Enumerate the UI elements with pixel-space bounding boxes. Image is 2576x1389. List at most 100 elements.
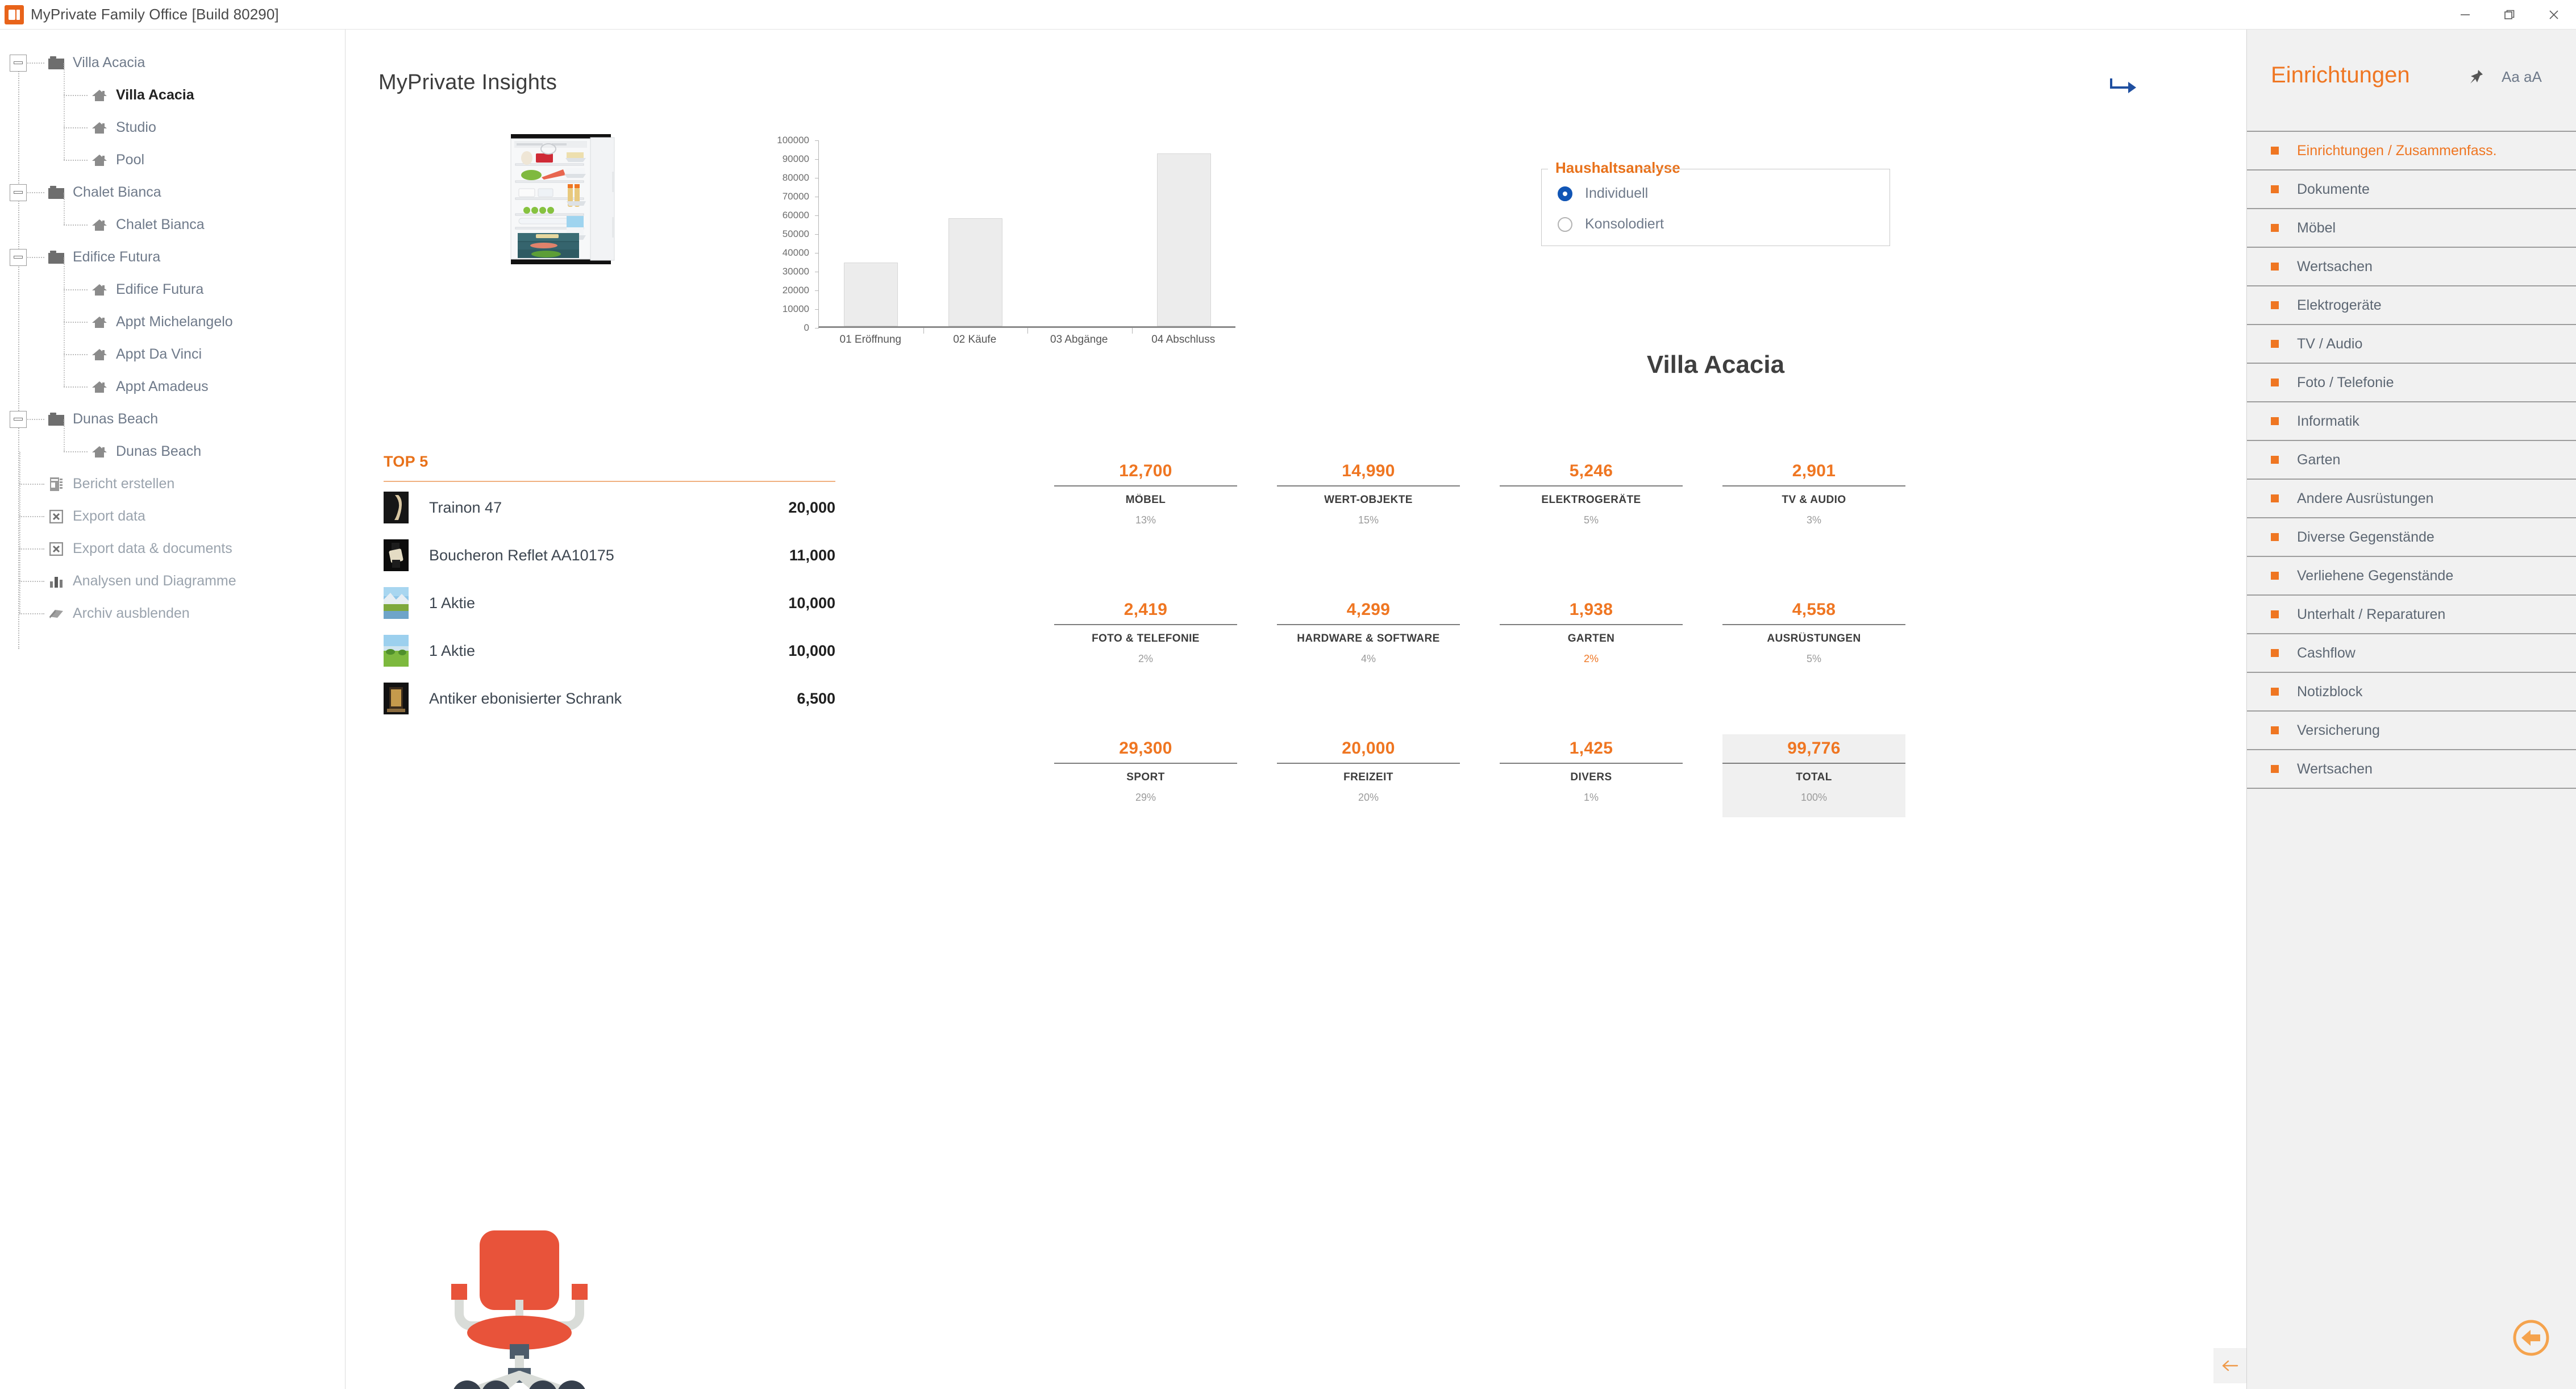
sculpture-thumb: [384, 492, 409, 523]
right-menu-item-unterhalt-reparaturen[interactable]: Unterhalt / Reparaturen: [2247, 596, 2576, 634]
square-bullet-icon: [2271, 417, 2279, 425]
household-analysis-legend: Haushaltsanalyse: [1552, 159, 1684, 177]
kpi-tile[interactable]: 2,419 FOTO & TELEFONIE 2%: [1054, 600, 1237, 665]
tree-node-analysen-und-diagramme[interactable]: Analysen und Diagramme: [0, 549, 345, 597]
right-menu-item-informatik[interactable]: Informatik: [2247, 402, 2576, 441]
right-menu-item-versicherung[interactable]: Versicherung: [2247, 712, 2576, 750]
tree-expander[interactable]: [10, 248, 27, 266]
right-menu-item-garten[interactable]: Garten: [2247, 441, 2576, 480]
radio-konsolodiert-indicator[interactable]: [1558, 217, 1572, 232]
kpi-label: FREIZEIT: [1343, 771, 1393, 783]
right-menu-item-foto-telefonie[interactable]: Foto / Telefonie: [2247, 364, 2576, 402]
tree-node-export-data[interactable]: Export data: [0, 484, 345, 533]
tree-node-label: Villa Acacia: [73, 55, 145, 70]
tree-node-chalet-bianca[interactable]: Chalet Bianca: [0, 176, 345, 209]
tree-expander[interactable]: [10, 54, 27, 72]
tree-expander[interactable]: [10, 410, 27, 428]
chart-y-tick-label: 40000: [782, 247, 809, 258]
top5-row[interactable]: Antiker ebonisierter Schrank 6,500: [384, 676, 835, 721]
kpi-tile[interactable]: 99,776 TOTAL 100%: [1722, 734, 1905, 817]
right-menu-item-andere-ausr-stungen[interactable]: Andere Ausrüstungen: [2247, 480, 2576, 518]
chart-bar[interactable]: [844, 262, 898, 326]
tree-node-label: Export data & documents: [73, 540, 232, 556]
chart-x-axis: 01 Eröffnung 02 Käufe 03 Abgänge 04 Abschlu…: [818, 334, 1235, 356]
top5-row[interactable]: Trainon 47 20,000: [384, 485, 835, 530]
top5-row[interactable]: 1 Aktie 10,000: [384, 629, 835, 673]
tree-node-archiv-ausblenden[interactable]: Archiv ausblenden: [0, 581, 345, 630]
tree-node-appt-amadeus[interactable]: Appt Amadeus: [0, 355, 345, 403]
kpi-percent: 15%: [1358, 514, 1379, 526]
kpi-tile[interactable]: 29,300 SPORT 29%: [1054, 739, 1237, 804]
chart-bar[interactable]: [948, 218, 1002, 326]
tree-node-edifice-futura[interactable]: Edifice Futura: [0, 241, 345, 273]
kpi-tile[interactable]: 5,246 ELEKTROGERÄTE 5%: [1500, 461, 1683, 526]
flow-arrow-icon[interactable]: [2108, 75, 2140, 101]
kpi-tile[interactable]: 1,425 DIVERS 1%: [1500, 739, 1683, 804]
kpi-label: SPORT: [1126, 771, 1165, 783]
tree-expander[interactable]: [10, 184, 27, 201]
chart-y-tick-mark: [815, 140, 819, 141]
right-menu-item-notizblock[interactable]: Notizblock: [2247, 673, 2576, 712]
chart-plot-area: [815, 140, 1235, 334]
tree-node-dunas-beach[interactable]: Dunas Beach: [0, 403, 345, 435]
right-menu-item-tv-audio[interactable]: TV / Audio: [2247, 325, 2576, 364]
tree-node-label: Pool: [116, 152, 145, 168]
circle-arrow-left-icon[interactable]: [2510, 1317, 2552, 1359]
minimize-icon[interactable]: [2443, 0, 2487, 30]
kpi-tile[interactable]: 4,558 AUSRÜSTUNGEN 5%: [1722, 600, 1905, 665]
tree-node-label: Dunas Beach: [116, 443, 202, 459]
kpi-tile[interactable]: 2,901 TV & AUDIO 3%: [1722, 461, 1905, 526]
top5-item-name: Boucheron Reflet AA10175: [429, 546, 614, 564]
font-size-toggle[interactable]: Aa aA: [2502, 68, 2542, 86]
kpi-tile[interactable]: 14,990 WERT-OBJEKTE 15%: [1277, 461, 1460, 526]
tree-node-studio[interactable]: Studio: [0, 95, 345, 144]
tree-node-chalet-bianca[interactable]: Chalet Bianca: [0, 193, 345, 241]
tree-node-pool[interactable]: Pool: [0, 128, 345, 176]
right-menu-item-wertsachen[interactable]: Wertsachen: [2247, 248, 2576, 286]
square-bullet-icon: [2271, 224, 2279, 232]
top5-row[interactable]: 1 Aktie 10,000: [384, 581, 835, 625]
close-icon[interactable]: [2532, 0, 2576, 30]
radio-konsolodiert[interactable]: Konsolodiert: [1558, 216, 1664, 232]
tree-node-dunas-beach[interactable]: Dunas Beach: [0, 419, 345, 468]
kpi-tile[interactable]: 4,299 HARDWARE & SOFTWARE 4%: [1277, 600, 1460, 665]
kpi-tile[interactable]: 1,938 GARTEN 2%: [1500, 600, 1683, 665]
tree-branch-line: [64, 322, 65, 354]
pin-icon[interactable]: [2467, 68, 2485, 88]
right-menu-item-m-bel[interactable]: Möbel: [2247, 209, 2576, 248]
right-menu-item-elektroger-te[interactable]: Elektrogeräte: [2247, 286, 2576, 325]
tree-node-appt-michelangelo[interactable]: Appt Michelangelo: [0, 290, 345, 338]
tree-branch-line: [64, 355, 65, 386]
right-menu-item-cashflow[interactable]: Cashflow: [2247, 634, 2576, 673]
radio-individuell[interactable]: Individuell: [1558, 185, 1648, 202]
kpi-percent: 100%: [1800, 792, 1828, 803]
right-menu-item-diverse-gegenst-nde[interactable]: Diverse Gegenstände: [2247, 518, 2576, 557]
kpi-value: 4,558: [1792, 600, 1836, 619]
right-menu-item-dokumente[interactable]: Dokumente: [2247, 170, 2576, 209]
tree-node-villa-acacia[interactable]: Villa Acacia: [0, 47, 345, 79]
kpi-tile[interactable]: 12,700 MÖBEL 13%: [1054, 461, 1237, 526]
right-menu-item-verliehene-gegenst-nde[interactable]: Verliehene Gegenstände: [2247, 557, 2576, 596]
kpi-divider: [1500, 763, 1683, 764]
tree-node-bericht-erstellen[interactable]: Bericht erstellen: [0, 452, 345, 500]
tree-branch-line: [19, 452, 20, 484]
application-window: MyPrivate Family Office [Build 80290] Vi…: [0, 0, 2576, 1389]
chart-bar[interactable]: [1156, 153, 1211, 326]
tree-node-label: Edifice Futura: [116, 281, 204, 297]
tree-node-export-data-documents[interactable]: Export data & documents: [0, 517, 345, 565]
tree-node-villa-acacia[interactable]: Villa Acacia: [0, 63, 345, 111]
from-year-prev-button[interactable]: [2213, 1348, 2246, 1383]
tree-node-appt-da-vinci[interactable]: Appt Da Vinci: [0, 322, 345, 371]
cabinet-thumb: [384, 683, 409, 714]
top5-row[interactable]: Boucheron Reflet AA10175 11,000: [384, 533, 835, 577]
chart-y-tick-label: 100000: [777, 135, 809, 145]
radio-individuell-indicator[interactable]: [1558, 186, 1572, 201]
right-menu-item-wertsachen[interactable]: Wertsachen: [2247, 750, 2576, 789]
tree-node-edifice-futura[interactable]: Edifice Futura: [0, 257, 345, 306]
kpi-tile[interactable]: 20,000 FREIZEIT 20%: [1277, 739, 1460, 804]
restore-icon[interactable]: [2487, 0, 2532, 30]
tree-node-label: Studio: [116, 119, 156, 135]
right-menu-item-einrichtungen-zusammenfass[interactable]: Einrichtungen / Zusammenfass.: [2247, 132, 2576, 170]
entity-tree: Villa Acacia Villa Acacia Studio Pool Chalet…: [0, 30, 345, 649]
tree-branch-line: [19, 581, 20, 613]
